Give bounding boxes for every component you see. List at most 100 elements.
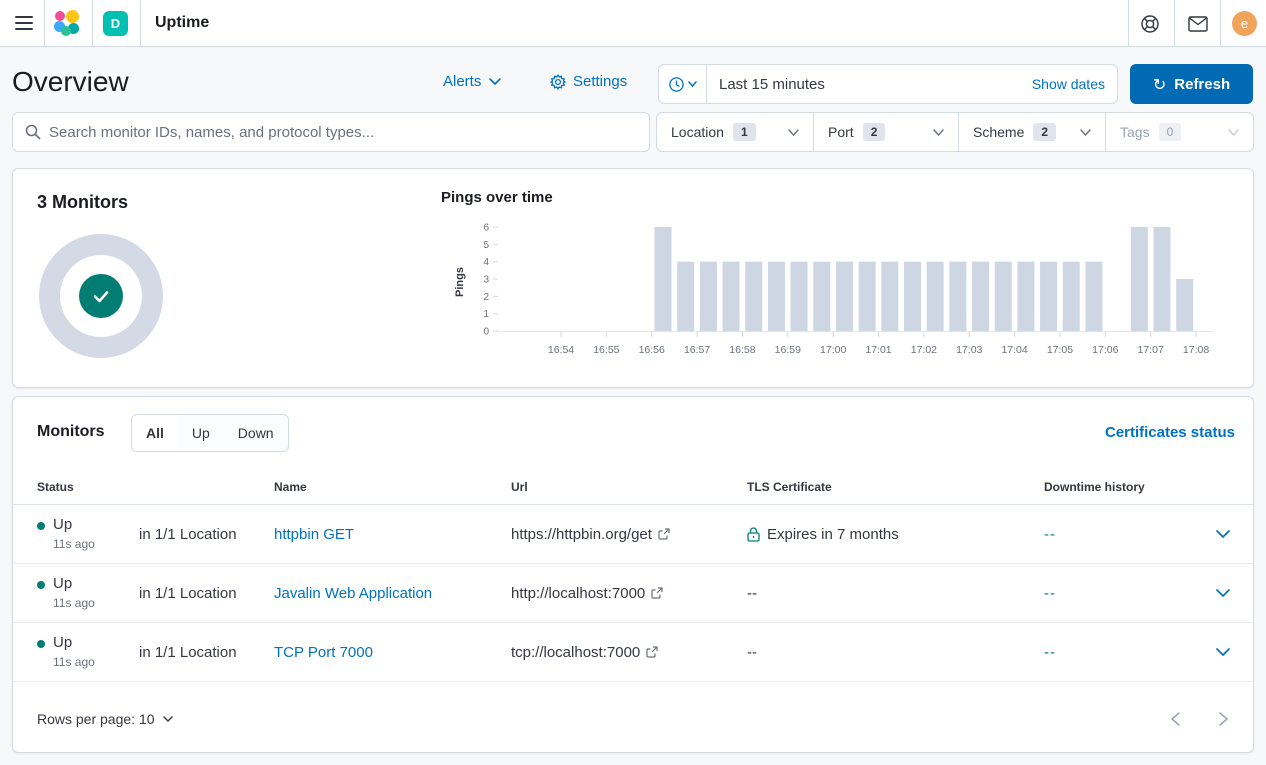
filter-label: Location [671,124,724,140]
tab-down[interactable]: Down [224,415,288,451]
chevron-down-icon [788,129,799,136]
filter-count-badge: 1 [733,123,756,141]
settings-button[interactable]: Settings [550,73,627,90]
monitor-name-link[interactable]: httpbin GET [274,526,354,543]
pings-over-time-chart: Pings012345616:5416:5516:5616:5716:5816:… [451,216,1231,366]
filter-group: Location 1 Port 2 Scheme 2 Tags 0 [656,112,1254,152]
next-page-button[interactable] [1211,707,1235,731]
expand-row-button[interactable] [1211,640,1235,664]
status-ago: 11s ago [53,537,139,552]
url-cell: http://localhost:7000 [511,585,747,602]
filter-scheme[interactable]: Scheme 2 [958,113,1105,151]
monitor-name-link[interactable]: TCP Port 7000 [274,644,373,661]
show-dates-button[interactable]: Show dates [1032,76,1117,92]
url-text: http://localhost:7000 [511,585,645,602]
svg-text:4: 4 [483,257,489,268]
filter-location[interactable]: Location 1 [657,113,813,151]
chart-bar [768,262,785,331]
refresh-button[interactable]: ↻ Refresh [1130,64,1253,104]
svg-text:5: 5 [483,240,489,251]
expand-row-button[interactable] [1211,522,1235,546]
name-cell: httpbin GET [274,526,511,543]
tab-up[interactable]: Up [178,415,224,451]
date-range-value[interactable]: Last 15 minutes [707,76,1032,93]
monitors-table: Status Name Url TLS Certificate Downtime… [13,469,1253,682]
chart-bar [655,227,672,331]
external-link-icon [646,646,658,658]
elastic-logo-icon[interactable] [54,10,80,36]
chart-bar [995,262,1012,331]
url-text: tcp://localhost:7000 [511,644,640,661]
filter-label: Scheme [973,124,1024,140]
svg-text:17:05: 17:05 [1047,344,1073,356]
space-badge[interactable]: D [103,11,128,36]
chart-bar [1131,227,1148,331]
chart-bar [745,262,762,331]
svg-text:16:59: 16:59 [775,344,801,356]
help-icon[interactable] [1138,12,1162,36]
chart-bar [904,262,921,331]
expand-cell [1173,581,1235,605]
chart-bar [1063,262,1080,331]
filter-tags[interactable]: Tags 0 [1105,113,1253,151]
column-downtime: Downtime history [1044,480,1173,494]
external-link-icon [658,528,670,540]
chart-bar [881,262,898,331]
mail-icon[interactable] [1186,12,1210,36]
url-text: https://httpbin.org/get [511,526,652,543]
svg-text:16:55: 16:55 [593,344,619,356]
chart-bar [1153,227,1170,331]
quick-select-button[interactable] [659,65,707,103]
search-input[interactable] [49,124,637,141]
chevron-down-icon [933,129,944,136]
expand-row-button[interactable] [1211,581,1235,605]
downtime-cell: -- [1044,644,1173,661]
table-header-row: Status Name Url TLS Certificate Downtime… [13,469,1253,505]
chart-bar [1040,262,1057,331]
rows-per-page-label: Rows per page: 10 [37,711,155,727]
column-status: Status [37,480,139,494]
filter-port[interactable]: Port 2 [813,113,958,151]
tab-all[interactable]: All [132,415,178,451]
alerts-menu-button[interactable]: Alerts [443,73,501,90]
chevron-down-icon [688,81,697,87]
tls-text: Expires in 7 months [767,526,899,543]
chevron-down-icon [1216,589,1230,597]
user-avatar[interactable]: e [1232,11,1257,36]
chevron-down-icon [1080,129,1091,136]
chart-bar [949,262,966,331]
tls-cell: -- [747,644,1044,661]
svg-text:17:07: 17:07 [1138,344,1164,356]
date-picker: Last 15 minutes Show dates [658,64,1118,104]
chart-bar [1017,262,1034,331]
chart-bar [813,262,830,331]
chart-bar [677,262,694,331]
previous-page-button[interactable] [1163,707,1187,731]
downtime-cell: -- [1044,526,1173,543]
status-donut-chart [39,234,163,358]
tls-cell: -- [747,585,1044,602]
filter-count-badge: 0 [1159,123,1182,141]
up-status-dot-icon [37,522,45,530]
chart-bar [972,262,989,331]
rows-per-page-button[interactable]: Rows per page: 10 [37,711,173,727]
svg-text:16:56: 16:56 [639,344,665,356]
tls-cell: Expires in 7 months [747,526,1044,543]
status-text: Up [53,516,72,535]
app-title: Uptime [155,14,209,32]
menu-icon[interactable] [8,7,40,39]
svg-text:6: 6 [483,223,489,234]
clock-icon [669,77,684,92]
svg-text:Pings: Pings [454,267,466,297]
status-cell: Up 11s ago [37,516,139,552]
monitors-panel: Monitors All Up Down Certificates status… [12,396,1254,753]
svg-text:16:58: 16:58 [729,344,755,356]
monitor-name-link[interactable]: Javalin Web Application [274,585,432,602]
svg-text:17:02: 17:02 [911,344,937,356]
certificates-status-link[interactable]: Certificates status [1105,424,1235,441]
url-cell: tcp://localhost:7000 [511,644,747,661]
status-ago: 11s ago [53,596,139,611]
status-ago: 11s ago [53,655,139,670]
svg-text:17:01: 17:01 [865,344,891,356]
svg-text:17:06: 17:06 [1092,344,1118,356]
